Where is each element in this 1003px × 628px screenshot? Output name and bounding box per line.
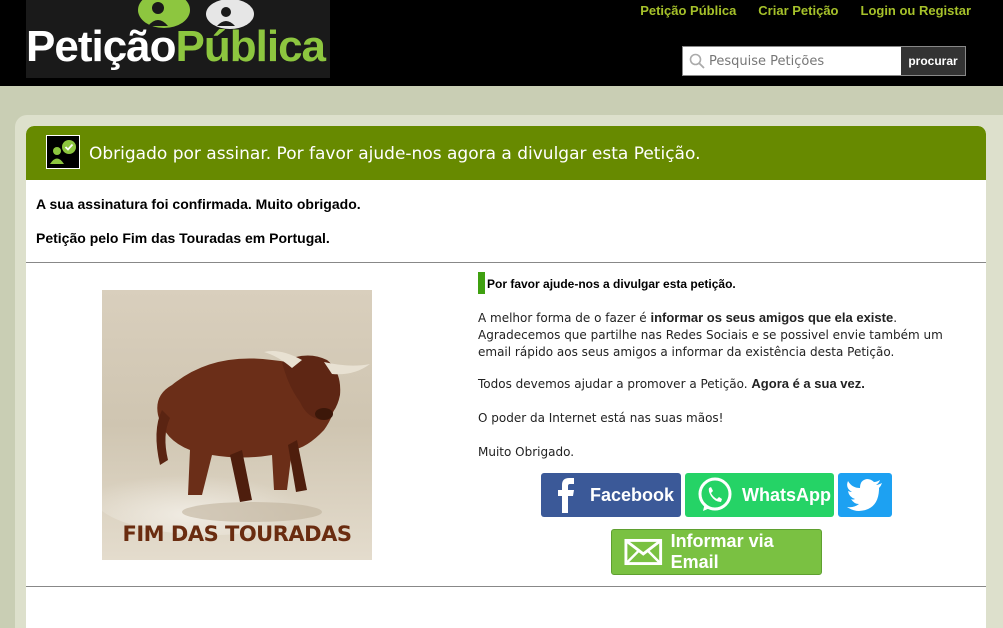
search-button[interactable]: procurar <box>901 47 965 75</box>
help-p2-a: Todos devemos ajudar a promover a Petiçã… <box>478 377 752 391</box>
facebook-label: Facebook <box>590 484 675 505</box>
logo-text-white: Petição <box>26 22 177 71</box>
twitter-share-button[interactable] <box>838 473 892 517</box>
divider-top <box>26 262 986 263</box>
help-p1-a: A melhor forma de o fazer é <box>478 311 651 325</box>
help-title: Por favor ajude-nos a divulgar esta peti… <box>487 277 736 291</box>
help-p2-b: Agora é a sua vez. <box>751 376 865 391</box>
top-bar: PetiçãoPública Petição Pública Criar Pet… <box>0 0 1003 86</box>
nav-criar-peticao[interactable]: Criar Petição <box>758 3 838 18</box>
confirmation-message: A sua assinatura foi confirmada. Muito o… <box>36 196 361 212</box>
logo-text-green: Pública <box>175 22 326 71</box>
search-input[interactable] <box>709 50 899 72</box>
main-panel: Obrigado por assinar. Por favor ajude-no… <box>26 126 986 628</box>
facebook-share-button[interactable]: Facebook <box>541 473 681 517</box>
top-navigation: Petição Pública Criar Petição Login ou R… <box>640 3 971 18</box>
bull-illustration <box>102 290 372 560</box>
facebook-icon <box>558 478 574 513</box>
whatsapp-share-button[interactable]: WhatsApp <box>685 473 834 517</box>
twitter-icon <box>847 479 882 511</box>
logo-text: PetiçãoPública <box>26 22 326 72</box>
search-box: procurar <box>682 46 966 76</box>
panel-header-title: Obrigado por assinar. Por favor ajude-no… <box>89 144 701 164</box>
whatsapp-icon <box>698 477 732 511</box>
help-p1-b: informar os seus amigos que ela existe <box>650 310 894 325</box>
image-caption: FIM DAS TOURADAS <box>122 522 352 546</box>
help-title-marker <box>478 272 485 294</box>
nav-login-registar[interactable]: Login ou Registar <box>861 3 972 18</box>
petition-title: Petição pelo Fim das Touradas em Portuga… <box>36 230 330 246</box>
search-icon <box>689 53 705 69</box>
petition-image: FIM DAS TOURADAS <box>102 290 372 560</box>
help-paragraph-3: O poder da Internet está nas suas mãos! <box>478 411 724 425</box>
help-paragraph-2: Todos devemos ajudar a promover a Petiçã… <box>478 375 978 393</box>
panel-header: Obrigado por assinar. Por favor ajude-no… <box>26 126 986 180</box>
nav-peticao-publica[interactable]: Petição Pública <box>640 3 736 18</box>
whatsapp-label: WhatsApp <box>742 484 831 505</box>
divider-bottom <box>26 586 986 587</box>
signed-check-icon <box>46 135 80 169</box>
help-paragraph-4: Muito Obrigado. <box>478 445 575 459</box>
email-label: Informar via Email <box>670 531 774 572</box>
email-share-button[interactable]: Informar via Email <box>611 529 822 575</box>
email-icon <box>624 538 663 566</box>
site-logo[interactable]: PetiçãoPública <box>26 0 330 78</box>
help-paragraph-1: A melhor forma de o fazer é informar os … <box>478 309 978 361</box>
